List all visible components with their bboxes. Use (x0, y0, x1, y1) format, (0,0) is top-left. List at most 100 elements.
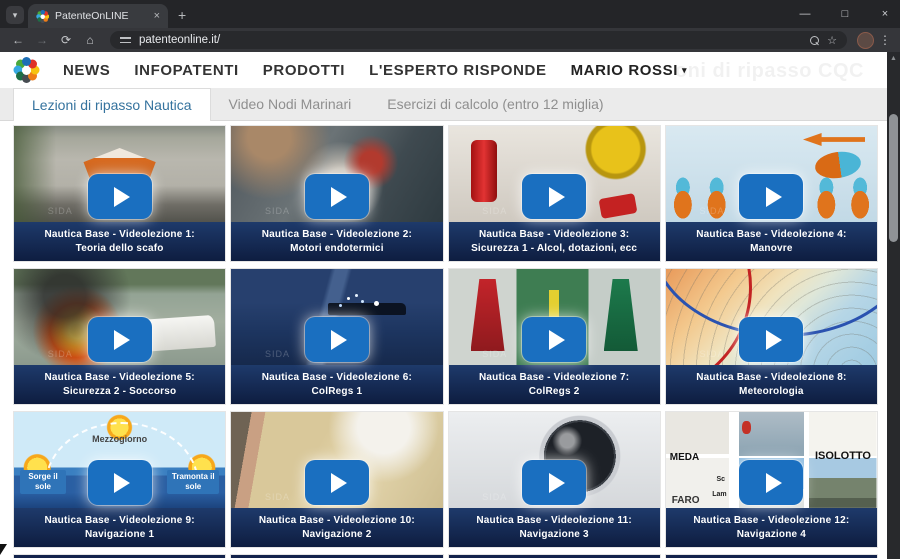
video-card-10[interactable]: SIDA Nautica Base - Videolezione 10: Nav… (230, 411, 443, 548)
site-logo-icon[interactable] (13, 57, 39, 83)
video-caption: Nautica Base - Videolezione 7: ColRegs 2 (449, 365, 660, 404)
minimize-button[interactable]: — (798, 8, 812, 20)
video-card-2[interactable]: SIDA Nautica Base - Videolezione 2: Moto… (230, 125, 443, 262)
nav-item-prodotti[interactable]: PRODOTTI (263, 62, 345, 79)
play-button[interactable] (305, 460, 369, 505)
video-caption: Nautica Base - Videolezione 2: Motori en… (231, 222, 442, 261)
video-card-partial[interactable] (665, 554, 878, 558)
browser-tab[interactable]: PatenteOnLINE × (28, 4, 168, 28)
page-content: NEWS INFOPATENTI PRODOTTI L'ESPERTO RISP… (0, 52, 900, 559)
caption-line1: Nautica Base - Videolezione 4: (696, 228, 846, 242)
scrollbar[interactable]: ▲ (887, 52, 900, 559)
tab-chevron-icon[interactable]: ▾ (6, 6, 24, 24)
caption-line1: Nautica Base - Videolezione 10: (259, 514, 415, 528)
caption-line1: Nautica Base - Videolezione 2: (262, 228, 412, 242)
mouse-cursor (0, 544, 7, 555)
caption-line2: Sicurezza 2 - Soccorso (63, 385, 176, 399)
caption-line2: ColRegs 2 (529, 385, 580, 399)
video-card-9[interactable]: Mezzogiorno Sorge il sole Tramonta il so… (13, 411, 226, 548)
video-card-5[interactable]: SIDA Nautica Base - Videolezione 5: Sicu… (13, 268, 226, 405)
play-button[interactable] (739, 317, 803, 362)
caption-line1: Nautica Base - Videolezione 7: (479, 371, 629, 385)
play-button[interactable] (88, 174, 152, 219)
tab-esercizi-calcolo[interactable]: Esercizi di calcolo (entro 12 miglia) (369, 88, 621, 120)
scrollbar-thumb[interactable] (889, 114, 898, 242)
tune-icon[interactable] (120, 36, 131, 44)
address-bar[interactable]: patenteonline.it/ ☆ (110, 31, 847, 49)
close-window-button[interactable]: × (878, 8, 892, 20)
nav-item-news[interactable]: NEWS (63, 62, 110, 79)
video-card-3[interactable]: SIDA Nautica Base - Videolezione 3: Sicu… (448, 125, 661, 262)
play-button[interactable] (739, 174, 803, 219)
caption-line2: Meteorologia (739, 385, 804, 399)
next-row-preview (0, 554, 900, 558)
play-button[interactable] (305, 174, 369, 219)
scroll-up-icon[interactable]: ▲ (887, 52, 900, 62)
caption-line2: Motori endotermici (290, 242, 384, 256)
video-card-8[interactable]: SIDA Nautica Base - Videolezione 8: Mete… (665, 268, 878, 405)
tab-lezioni-ripasso-nautica[interactable]: Lezioni di ripasso Nautica (13, 88, 211, 121)
zoom-icon[interactable] (810, 36, 819, 45)
video-card-4[interactable]: SIDA Nautica Base - Videolezione 4: Mano… (665, 125, 878, 262)
user-menu-label: MARIO ROSSI (571, 62, 678, 79)
video-caption: Nautica Base - Videolezione 9: Navigazio… (14, 508, 225, 547)
close-tab-icon[interactable]: × (154, 10, 160, 22)
thumb-label-sc: Sc (716, 476, 725, 483)
video-card-partial[interactable] (448, 554, 661, 558)
back-button[interactable]: ← (8, 33, 28, 47)
user-menu[interactable]: MARIO ROSSI ▾ (571, 62, 688, 79)
play-button[interactable] (739, 460, 803, 505)
sida-watermark: SIDA (482, 492, 507, 502)
profile-avatar[interactable] (857, 32, 874, 49)
browser-tab-title: PatenteOnLINE (55, 10, 148, 22)
sida-watermark: SIDA (265, 206, 290, 216)
chevron-down-icon: ▾ (682, 65, 687, 76)
play-icon (331, 330, 347, 350)
play-button[interactable] (305, 317, 369, 362)
video-card-partial[interactable] (230, 554, 443, 558)
ghost-watermark: oni di ripasso CQC (675, 60, 864, 83)
thumb-label-faro: FARO (672, 495, 700, 506)
new-tab-button[interactable]: + (178, 7, 186, 23)
bookmark-star-icon[interactable]: ☆ (827, 34, 837, 47)
video-card-12[interactable]: MEDA ISOLOTTO FARO Sc Lam Nautica Base -… (665, 411, 878, 548)
browser-menu-icon[interactable]: ⋮ (878, 33, 892, 47)
play-button[interactable] (88, 317, 152, 362)
play-icon (114, 187, 130, 207)
maximize-button[interactable]: □ (838, 8, 852, 20)
video-card-11[interactable]: SIDA Nautica Base - Videolezione 11: Nav… (448, 411, 661, 548)
sida-watermark: SIDA (265, 492, 290, 502)
forward-button[interactable]: → (32, 33, 52, 47)
sida-watermark: SIDA (482, 349, 507, 359)
nav-item-infopatenti[interactable]: INFOPATENTI (134, 62, 238, 79)
section-tabs: Lezioni di ripasso Nautica Video Nodi Ma… (0, 88, 900, 121)
caption-line1: Nautica Base - Videolezione 6: (262, 371, 412, 385)
home-button[interactable]: ⌂ (80, 33, 100, 47)
video-caption: Nautica Base - Videolezione 5: Sicurezza… (14, 365, 225, 404)
video-caption: Nautica Base - Videolezione 11: Navigazi… (449, 508, 660, 547)
video-caption: Nautica Base - Videolezione 1: Teoria de… (14, 222, 225, 261)
play-button[interactable] (522, 317, 586, 362)
play-icon (549, 330, 565, 350)
play-button[interactable] (522, 460, 586, 505)
play-button[interactable] (522, 174, 586, 219)
site-header: NEWS INFOPATENTI PRODOTTI L'ESPERTO RISP… (0, 52, 900, 88)
url-text[interactable]: patenteonline.it/ (139, 34, 802, 46)
video-card-1[interactable]: SIDA Nautica Base - Videolezione 1: Teor… (13, 125, 226, 262)
play-icon (766, 330, 782, 350)
video-card-6[interactable]: SIDA Nautica Base - Videolezione 6: ColR… (230, 268, 443, 405)
sida-watermark: SIDA (700, 206, 725, 216)
caption-line2: Navigazione 2 (302, 528, 371, 542)
thumb-label-meda: MEDA (670, 452, 699, 463)
reload-button[interactable]: ⟳ (56, 33, 76, 47)
video-card-7[interactable]: SIDA Nautica Base - Videolezione 7: ColR… (448, 268, 661, 405)
nav-item-esperto[interactable]: L'ESPERTO RISPONDE (369, 62, 546, 79)
caption-line1: Nautica Base - Videolezione 12: (693, 514, 849, 528)
browser-toolbar: ← → ⟳ ⌂ patenteonline.it/ ☆ ⋮ (0, 28, 900, 52)
caption-line1: Nautica Base - Videolezione 3: (479, 228, 629, 242)
video-card-partial[interactable] (13, 554, 226, 558)
sida-watermark: SIDA (48, 349, 73, 359)
play-button[interactable] (88, 460, 152, 505)
tab-video-nodi-marinari[interactable]: Video Nodi Marinari (211, 88, 370, 120)
video-caption: Nautica Base - Videolezione 8: Meteorolo… (666, 365, 877, 404)
